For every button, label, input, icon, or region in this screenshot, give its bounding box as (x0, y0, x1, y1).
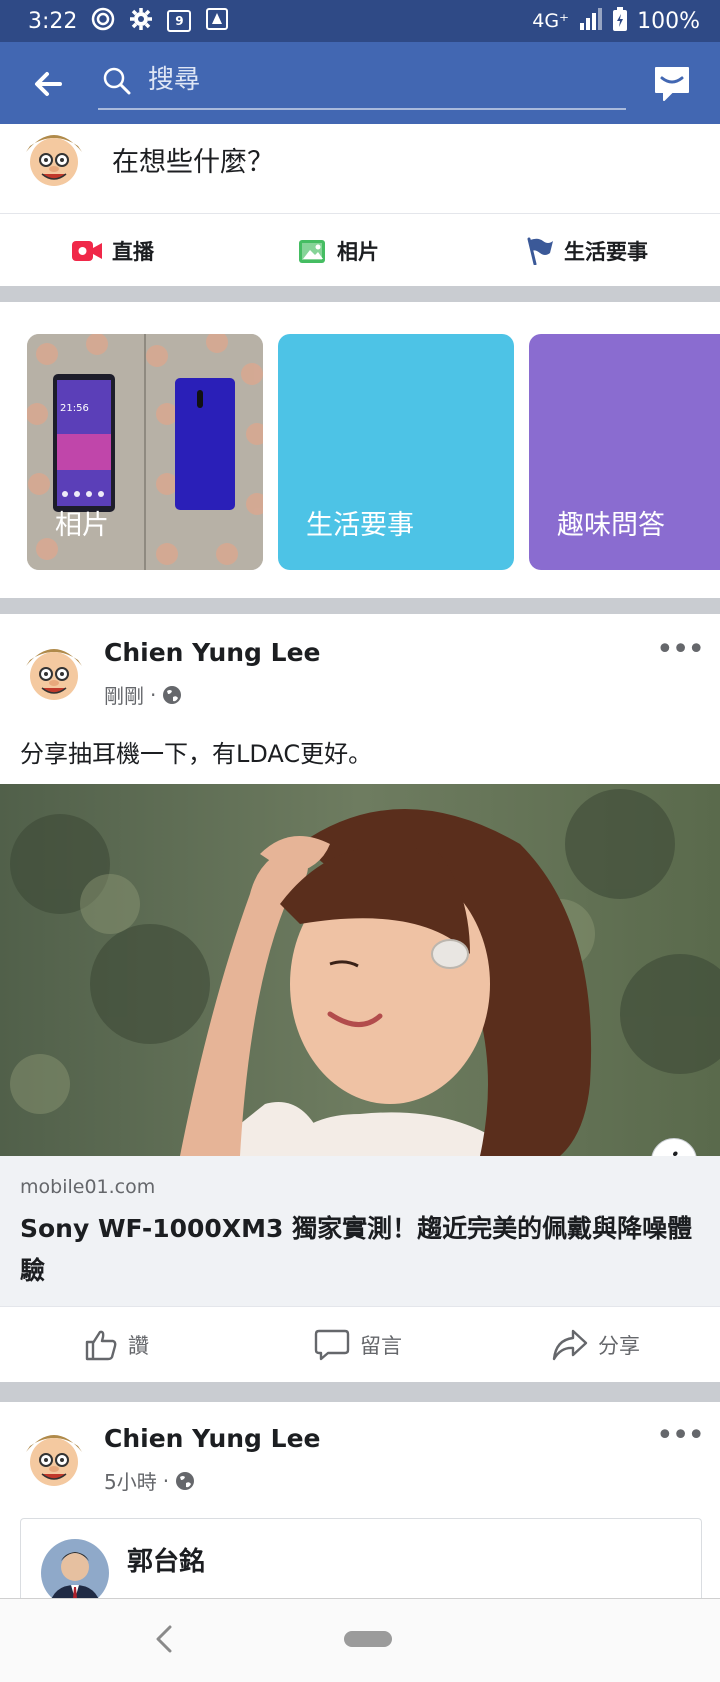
reaction-bar: 讚 留言 分享 (0, 1306, 720, 1383)
photo-card[interactable]: 21:56 相片 (27, 334, 263, 570)
status-bar: 3:22 9 4G⁺ 100% (0, 0, 720, 42)
comment-label: 留言 (360, 1334, 402, 1358)
like-label: 讚 (128, 1334, 149, 1358)
thumbs-up-icon (85, 1330, 117, 1361)
section-divider (0, 286, 720, 302)
search-icon (102, 66, 132, 100)
target-icon (91, 7, 115, 35)
app-notification-icon (205, 7, 229, 35)
photo-button[interactable]: 相片 (299, 214, 379, 287)
share-button[interactable]: 分享 (552, 1307, 640, 1383)
comment-bubble-icon (314, 1329, 350, 1361)
cartoon-avatar-icon (20, 1424, 88, 1492)
person-photo-avatar (41, 1539, 109, 1607)
link-domain: mobile01.com (20, 1176, 156, 1198)
woman-earbud-photo (0, 784, 720, 1156)
section-divider (0, 598, 720, 614)
status-time: 3:22 (28, 8, 78, 34)
nav-back-button[interactable] (152, 1623, 176, 1659)
comment-button[interactable]: 留言 (314, 1307, 402, 1383)
photo-icon (299, 239, 325, 263)
post-meta: 剛剛 · (104, 680, 182, 709)
post-text: 分享抽耳機一下，有LDAC更好。 (20, 740, 373, 768)
composer-actions: 直播 相片 生活要事 (0, 213, 720, 287)
composer-cards-strip: 21:56 相片 生活要事 趣味問答 (0, 302, 720, 598)
share-arrow-icon (552, 1329, 588, 1361)
meta-separator: · (162, 1468, 170, 1493)
life-event-button[interactable]: 生活要事 (526, 214, 648, 287)
link-title: Sony WF-1000XM3 獨家實測！趨近完美的佩戴與降噪體驗 (20, 1214, 693, 1285)
avatar[interactable] (20, 124, 88, 192)
photo-label: 相片 (337, 239, 379, 264)
flag-icon (527, 237, 553, 265)
system-nav-bar (0, 1598, 720, 1682)
cartoon-avatar-icon (20, 124, 88, 192)
post-time[interactable]: 剛剛 (104, 680, 144, 709)
author-avatar[interactable] (20, 638, 88, 706)
live-video-icon (72, 240, 102, 261)
post-more-button[interactable]: ••• (656, 1418, 705, 1453)
composer-prompt[interactable]: 在想些什麼？ (112, 140, 274, 179)
search-bar[interactable] (98, 56, 626, 110)
section-divider (0, 1382, 720, 1402)
share-label: 分享 (598, 1334, 640, 1358)
feed-post: Chien Yung Lee 剛剛 · ••• 分享抽耳機一下，有LDAC更好。 (0, 614, 720, 784)
quiz-card[interactable]: 趣味問答 (529, 334, 720, 570)
author-avatar[interactable] (20, 1424, 88, 1492)
chevron-left-icon (156, 1625, 172, 1653)
messenger-icon (655, 67, 689, 101)
calendar-icon: 9 (167, 10, 192, 32)
post-composer[interactable]: 在想些什麼？ (0, 124, 720, 212)
post-author[interactable]: Chien Yung Lee (104, 1424, 321, 1453)
battery-icon (613, 6, 628, 36)
shared-author-name[interactable]: 郭台銘 (127, 1541, 205, 1578)
network-type: 4G⁺ (532, 10, 570, 32)
globe-icon (176, 1471, 195, 1490)
cartoon-avatar-icon (20, 638, 88, 706)
back-button[interactable] (30, 66, 66, 102)
search-input[interactable] (146, 56, 620, 104)
meta-separator: · (150, 682, 157, 707)
life-event-label: 生活要事 (564, 239, 648, 264)
svg-text:21:56: 21:56 (60, 403, 89, 414)
shared-author-avatar[interactable] (41, 1539, 109, 1607)
calendar-day: 9 (175, 14, 184, 28)
top-app-bar (0, 42, 720, 124)
life-event-card[interactable]: 生活要事 (278, 334, 514, 570)
post-more-button[interactable]: ••• (656, 632, 705, 667)
card-label: 生活要事 (306, 510, 414, 541)
like-button[interactable]: 讚 (84, 1307, 149, 1383)
link-preview-image[interactable] (0, 784, 720, 1156)
battery-percent: 100% (637, 8, 700, 34)
post-time[interactable]: 5小時 (104, 1466, 157, 1495)
signal-icon (579, 7, 603, 35)
live-button[interactable]: 直播 (72, 214, 154, 287)
live-label: 直播 (112, 239, 154, 264)
back-arrow-icon (35, 72, 62, 96)
post-meta: 5小時 · (104, 1466, 195, 1495)
card-label: 相片 (55, 510, 109, 541)
nav-home-pill[interactable] (344, 1631, 392, 1647)
post-author[interactable]: Chien Yung Lee (104, 638, 321, 667)
link-preview-meta[interactable]: mobile01.com Sony WF-1000XM3 獨家實測！趨近完美的佩… (0, 1156, 720, 1306)
messenger-button[interactable] (650, 62, 694, 106)
settings-gear-icon (129, 7, 153, 35)
card-label: 趣味問答 (557, 510, 665, 541)
globe-icon (163, 685, 182, 704)
